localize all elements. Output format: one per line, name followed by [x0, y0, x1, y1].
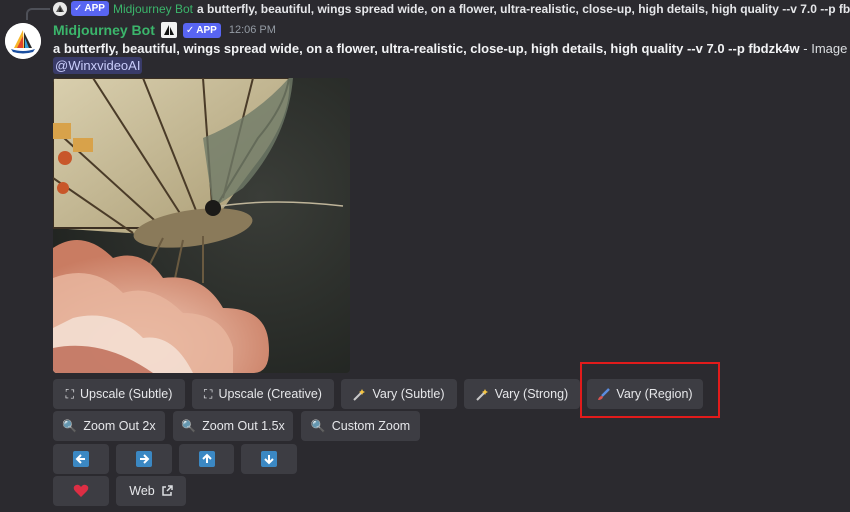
- reply-connector: [26, 8, 50, 20]
- vary-subtle-button[interactable]: Vary (Subtle): [341, 379, 457, 409]
- prompt-text: a butterfly, beautiful, wings spread wid…: [53, 40, 850, 57]
- reply-avatar[interactable]: [53, 2, 67, 16]
- pan-up-button[interactable]: [179, 444, 234, 474]
- vary-strong-button[interactable]: Vary (Strong): [464, 379, 580, 409]
- web-link-button[interactable]: Web: [116, 476, 186, 506]
- arrow-up-icon: [198, 451, 215, 467]
- magnifier-icon: 🔍: [181, 419, 197, 433]
- image-number: - Image #1: [803, 41, 850, 56]
- pan-left-button[interactable]: [53, 444, 109, 474]
- reply-app-badge: ✓ APP: [71, 1, 109, 16]
- magnifier-icon: 🔍: [62, 419, 78, 433]
- highlight-annotation-box: [580, 362, 720, 418]
- magic-wand-icon: [476, 388, 489, 401]
- arrow-right-icon: [136, 451, 152, 467]
- reply-reference[interactable]: ✓ APP Midjourney Bot a butterfly, beauti…: [0, 0, 850, 20]
- arrow-left-icon: [73, 451, 89, 467]
- pan-down-button[interactable]: [241, 444, 297, 474]
- upscale-creative-button[interactable]: ⛶ Upscale (Creative): [192, 379, 334, 409]
- zoom-out-1-5x-button[interactable]: 🔍 Zoom Out 1.5x: [173, 411, 293, 441]
- prompt-bold: a butterfly, beautiful, wings spread wid…: [53, 41, 800, 56]
- magic-wand-icon: [353, 388, 366, 401]
- expand-arrows-icon: ⛶: [65, 387, 74, 401]
- favorite-button[interactable]: [53, 476, 109, 506]
- reply-preview-text[interactable]: a butterfly, beautiful, wings spread wid…: [197, 2, 850, 16]
- bot-sail-icon: [160, 22, 177, 38]
- upscale-subtle-button[interactable]: ⛶ Upscale (Subtle): [53, 379, 185, 409]
- external-link-icon: [161, 485, 173, 497]
- avatar[interactable]: [5, 23, 41, 59]
- checkmark-icon: ✓: [74, 3, 83, 14]
- zoom-out-2x-button[interactable]: 🔍 Zoom Out 2x: [53, 411, 165, 441]
- custom-zoom-button[interactable]: 🔍 Custom Zoom: [301, 411, 420, 441]
- heart-icon: [73, 484, 89, 498]
- reply-username[interactable]: Midjourney Bot: [113, 2, 193, 16]
- username[interactable]: Midjourney Bot: [53, 22, 155, 38]
- expand-arrows-icon: ⛶: [204, 387, 213, 401]
- app-badge: ✓ APP: [182, 22, 221, 38]
- timestamp: 12:06 PM: [228, 24, 276, 36]
- magnifier-icon: 🔍: [310, 419, 326, 433]
- user-mention[interactable]: @WinxvideoAI: [53, 57, 143, 74]
- arrow-down-icon: [261, 451, 277, 467]
- pan-right-button[interactable]: [116, 444, 172, 474]
- checkmark-icon: ✓: [185, 24, 195, 36]
- message-header: Midjourney Bot ✓ APP 12:06 PM: [53, 20, 276, 40]
- generated-image[interactable]: [53, 78, 350, 373]
